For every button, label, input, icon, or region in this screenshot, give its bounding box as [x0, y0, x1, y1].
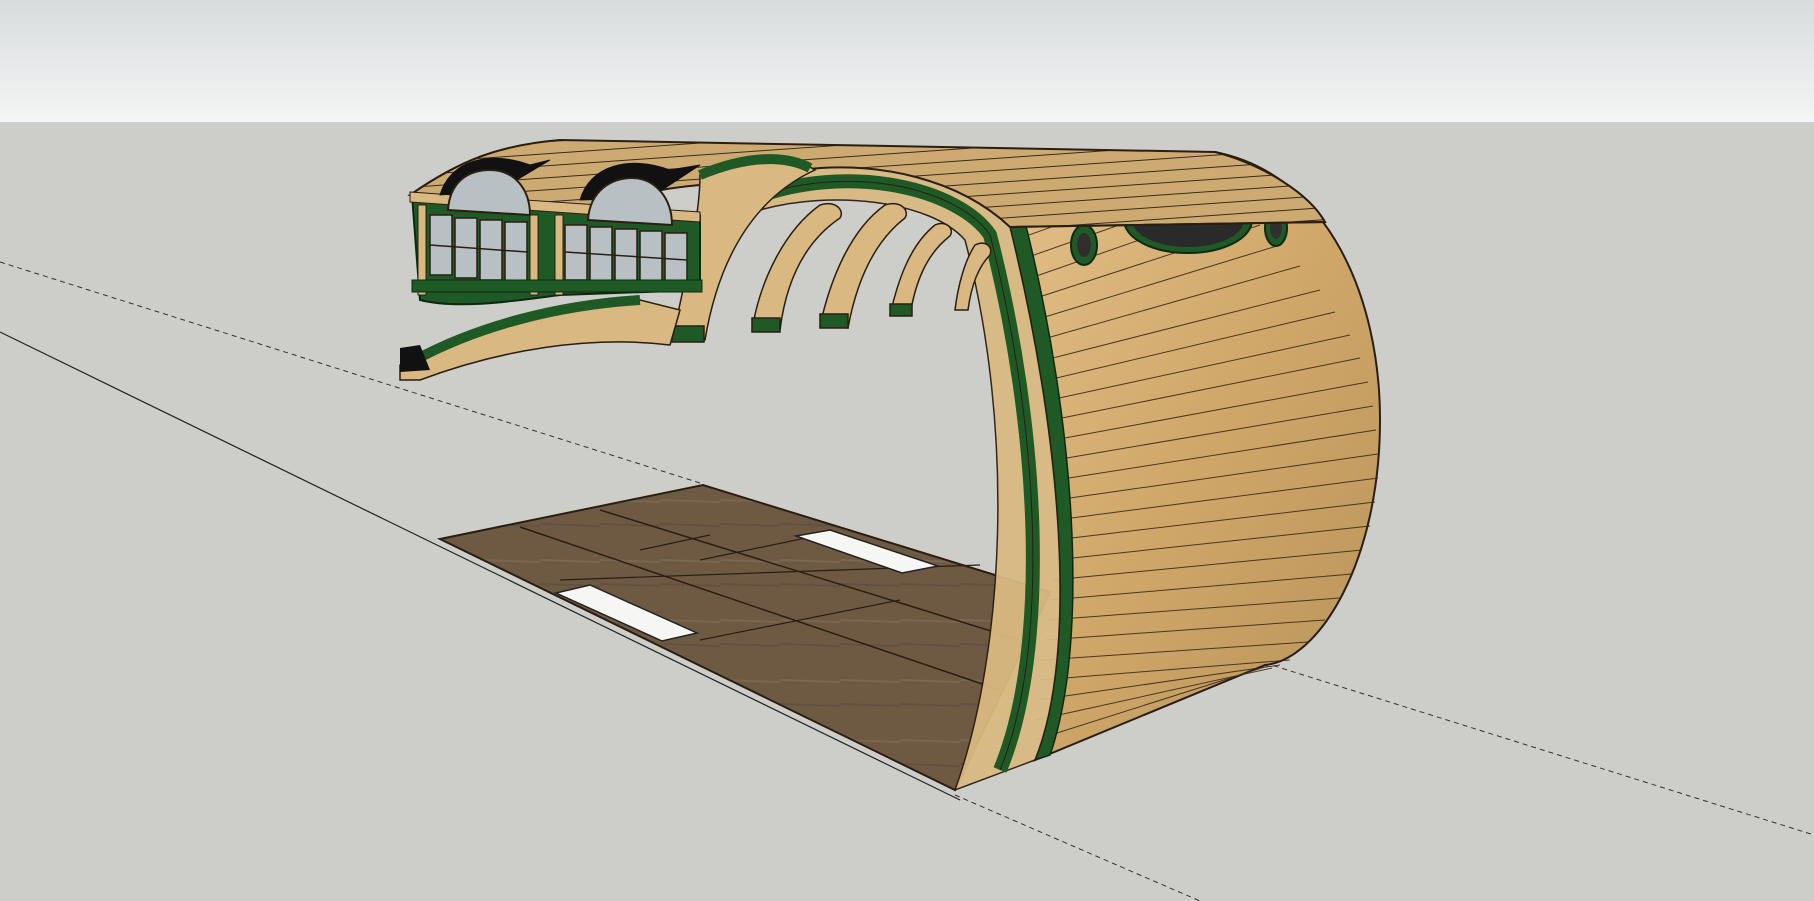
- ground-plane: [0, 122, 1814, 901]
- sky: [0, 0, 1814, 122]
- 3d-viewport[interactable]: [0, 0, 1814, 901]
- model-scene[interactable]: [0, 0, 1814, 901]
- window-group-right: [564, 224, 688, 289]
